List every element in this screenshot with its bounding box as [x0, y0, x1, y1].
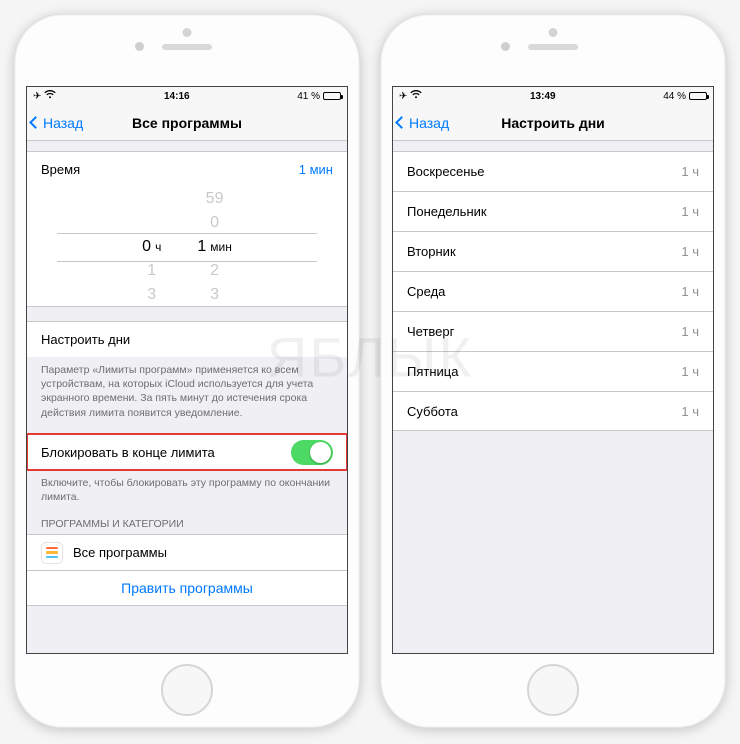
day-name: Суббота [407, 404, 458, 419]
customize-days-row[interactable]: Настроить дни [27, 321, 347, 357]
day-row[interactable]: Понедельник 1 ч [393, 191, 713, 231]
status-time: 14:16 [164, 91, 190, 102]
back-label: Назад [409, 115, 449, 131]
status-time: 13:49 [530, 91, 556, 102]
content[interactable]: Время 1 мин 0ч 1 3 59 [27, 141, 347, 653]
day-name: Воскресенье [407, 164, 484, 179]
chevron-left-icon [29, 116, 42, 129]
battery-icon [323, 92, 341, 100]
day-value: 1 ч [681, 244, 699, 259]
day-row[interactable]: Вторник 1 ч [393, 231, 713, 271]
block-label: Блокировать в конце лимита [41, 445, 215, 460]
day-name: Пятница [407, 364, 458, 379]
day-value: 1 ч [681, 364, 699, 379]
apps-header: ПРОГРАММЫ И КАТЕГОРИИ [27, 504, 347, 534]
day-row[interactable]: Четверг 1 ч [393, 311, 713, 351]
day-row[interactable]: Суббота 1 ч [393, 391, 713, 431]
all-apps-row[interactable]: Все программы [27, 534, 347, 570]
wifi-icon [410, 90, 422, 102]
airplane-icon: ✈︎ [399, 91, 407, 102]
back-button[interactable]: Назад [393, 115, 449, 131]
battery-percent: 41 % [297, 91, 320, 102]
phone-right: ✈︎ 13:49 44 % Назад Настроить дни Воскре… [380, 14, 726, 728]
picker-minutes[interactable]: 59 0 1мин 2 3 [197, 187, 232, 306]
edit-apps-button[interactable]: Править программы [27, 570, 347, 606]
block-toggle[interactable] [291, 440, 333, 465]
stack-icon [41, 542, 63, 564]
battery-icon [689, 92, 707, 100]
day-value: 1 ч [681, 404, 699, 419]
customize-days-label: Настроить дни [41, 332, 130, 347]
battery-percent: 44 % [663, 91, 686, 102]
day-row[interactable]: Пятница 1 ч [393, 351, 713, 391]
day-name: Четверг [407, 324, 454, 339]
phone-left: ✈︎ 14:16 41 % Назад Все программы Время [14, 14, 360, 728]
airplane-icon: ✈︎ [33, 91, 41, 102]
all-apps-label: Все программы [73, 545, 167, 560]
picker-hours[interactable]: 0ч 1 3 [142, 187, 161, 306]
day-value: 1 ч [681, 204, 699, 219]
day-row[interactable]: Среда 1 ч [393, 271, 713, 311]
day-row[interactable]: Воскресенье 1 ч [393, 151, 713, 191]
time-picker[interactable]: 0ч 1 3 59 0 1мин 2 3 [27, 187, 347, 307]
day-name: Среда [407, 284, 445, 299]
home-button[interactable] [161, 664, 213, 716]
content[interactable]: Воскресенье1 чПонедельник1 чВторник1 чСр… [393, 141, 713, 653]
back-button[interactable]: Назад [27, 115, 83, 131]
limits-footer: Параметр «Лимиты программ» применяется к… [27, 357, 347, 420]
back-label: Назад [43, 115, 83, 131]
day-name: Вторник [407, 244, 456, 259]
screen-right: ✈︎ 13:49 44 % Назад Настроить дни Воскре… [392, 86, 714, 654]
nav-bar: Назад Настроить дни [393, 105, 713, 141]
status-bar: ✈︎ 13:49 44 % [393, 87, 713, 105]
time-row[interactable]: Время 1 мин [27, 151, 347, 187]
day-value: 1 ч [681, 164, 699, 179]
day-value: 1 ч [681, 284, 699, 299]
nav-bar: Назад Все программы [27, 105, 347, 141]
screen-left: ✈︎ 14:16 41 % Назад Все программы Время [26, 86, 348, 654]
block-footer: Включите, чтобы блокировать эту программ… [27, 470, 347, 504]
chevron-left-icon [395, 116, 408, 129]
wifi-icon [44, 90, 56, 102]
time-label: Время [41, 162, 80, 177]
time-value: 1 мин [299, 162, 333, 177]
day-name: Понедельник [407, 204, 487, 219]
block-at-limit-row[interactable]: Блокировать в конце лимита [27, 434, 347, 470]
home-button[interactable] [527, 664, 579, 716]
status-bar: ✈︎ 14:16 41 % [27, 87, 347, 105]
day-value: 1 ч [681, 324, 699, 339]
